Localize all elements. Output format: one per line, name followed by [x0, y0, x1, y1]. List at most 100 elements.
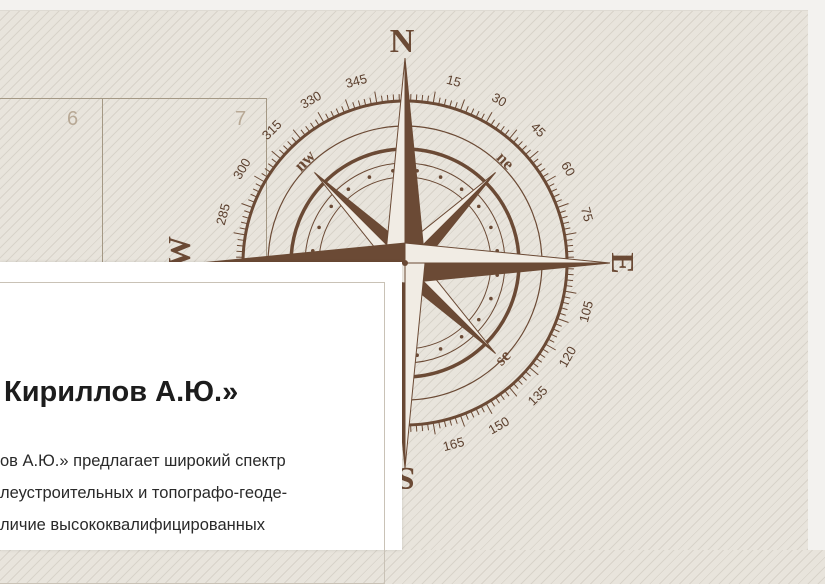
ring-dot — [317, 226, 321, 230]
degree-tick — [381, 96, 382, 102]
degree-tick — [428, 424, 429, 430]
degree-tick — [256, 184, 261, 187]
degree-label: 105 — [576, 299, 596, 324]
degree-tick — [567, 245, 573, 246]
degree-tick — [491, 401, 494, 406]
degree-tick — [522, 146, 526, 150]
degree-tick — [510, 388, 517, 396]
description-line: ов А.Ю.» предлагает широкий спектр — [0, 445, 380, 477]
star-point-dark — [405, 58, 425, 263]
degree-tick — [558, 319, 568, 323]
ring-dot — [460, 335, 464, 339]
degree-label: 330 — [298, 88, 324, 112]
ring-dot — [460, 187, 464, 191]
degree-tick — [518, 380, 522, 384]
ring-dot — [489, 297, 493, 301]
ring-dot — [368, 175, 372, 179]
degree-tick — [556, 200, 562, 202]
degree-tick — [243, 216, 249, 218]
degree-tick — [315, 120, 318, 125]
degree-tick — [310, 123, 313, 128]
degree-label: 345 — [344, 71, 369, 91]
degree-tick — [234, 233, 245, 235]
degree-tick — [272, 151, 280, 158]
degree-tick — [566, 286, 572, 287]
degree-tick — [450, 101, 452, 107]
degree-tick — [564, 228, 570, 229]
degree-tick — [537, 359, 542, 363]
degree-tick — [358, 101, 360, 107]
degree-label: 60 — [558, 159, 578, 179]
degree-tick — [254, 176, 264, 182]
degree-tick — [549, 184, 554, 187]
degree-tick — [466, 106, 468, 112]
northeast-label: ne — [493, 148, 519, 174]
degree-tick — [546, 345, 556, 351]
degree-tick — [554, 194, 559, 196]
degree-tick — [248, 200, 254, 202]
degree-tick — [293, 130, 300, 138]
northwest-label: nw — [290, 146, 319, 175]
description-line: леустроительных и топографо-геоде- — [0, 477, 380, 509]
degree-tick — [364, 99, 365, 105]
degree-tick — [487, 112, 493, 122]
degree-tick — [552, 334, 557, 337]
degree-tick — [237, 245, 243, 246]
degree-tick — [433, 424, 435, 435]
degree-tick — [533, 363, 538, 367]
degree-tick — [422, 95, 423, 101]
degree-tick — [292, 137, 296, 141]
degree-tick — [288, 141, 292, 145]
degree-tick — [336, 109, 338, 114]
star-center — [402, 260, 408, 266]
degree-tick — [566, 239, 572, 240]
degree-tick — [505, 130, 509, 135]
degree-label: 300 — [230, 156, 254, 182]
degree-tick — [514, 384, 518, 388]
degree-tick — [466, 414, 468, 420]
degree-tick — [279, 150, 283, 154]
ring-dot — [439, 175, 443, 179]
star-point-light — [385, 58, 405, 263]
degree-tick — [283, 146, 287, 150]
degree-tick — [240, 228, 246, 229]
degree-label: 150 — [486, 413, 512, 437]
degree-tick — [439, 98, 440, 104]
degree-tick — [530, 151, 538, 158]
degree-tick — [370, 98, 371, 104]
degree-tick — [387, 95, 388, 101]
degree-tick — [253, 189, 258, 192]
degree-tick — [482, 114, 485, 119]
degree-tick — [444, 421, 445, 427]
degree-tick — [428, 96, 429, 102]
degree-tick — [353, 102, 355, 108]
degree-label: 165 — [441, 434, 466, 454]
degree-tick — [543, 173, 548, 176]
degree-label: 75 — [578, 205, 596, 223]
degree-tick — [262, 173, 267, 176]
description-line: личие высококвалифицированных — [0, 509, 380, 541]
degree-tick — [482, 407, 485, 412]
degree-tick — [505, 391, 509, 396]
degree-tick — [444, 99, 445, 105]
degree-tick — [326, 114, 329, 119]
degree-tick — [537, 164, 542, 168]
degree-tick — [526, 372, 530, 376]
star-point-dark — [405, 263, 610, 283]
degree-tick — [265, 168, 270, 171]
degree-tick — [564, 297, 570, 298]
degree-tick — [566, 291, 577, 293]
degree-tick — [522, 376, 526, 380]
degree-tick — [501, 126, 505, 131]
degree-tick — [471, 109, 473, 114]
star-point-light — [405, 263, 425, 468]
degree-tick — [238, 239, 244, 240]
degree-tick — [543, 349, 548, 352]
degree-tick — [433, 92, 435, 103]
degree-tick — [530, 368, 538, 375]
degree-tick — [562, 216, 568, 218]
degree-tick — [455, 418, 457, 424]
degree-tick — [244, 211, 250, 213]
degree-label: 30 — [489, 90, 509, 110]
degree-tick — [272, 159, 277, 163]
